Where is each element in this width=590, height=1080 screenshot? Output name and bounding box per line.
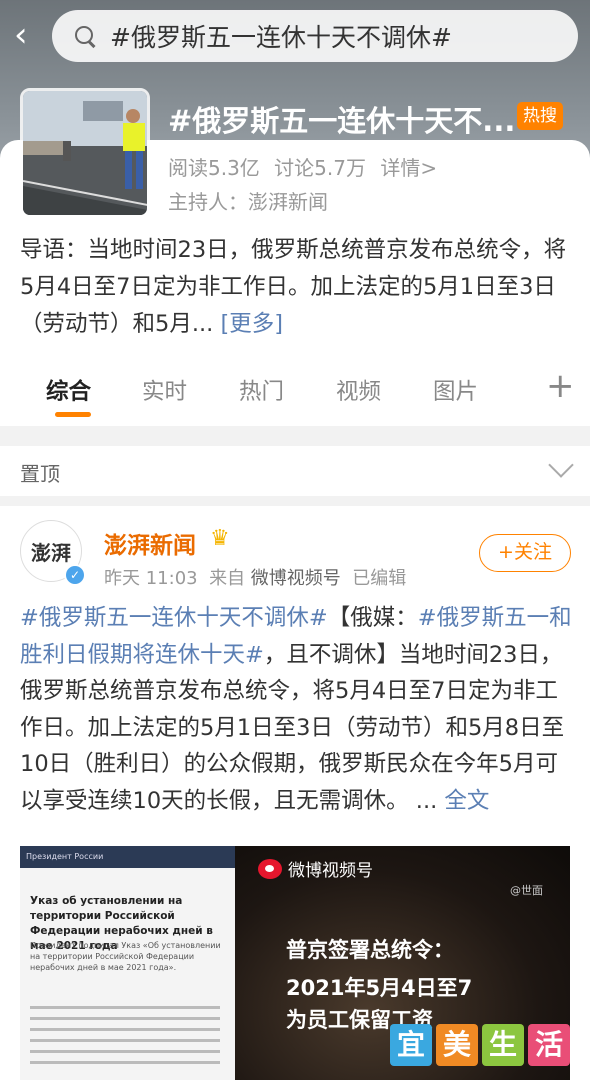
lead-text: 导语：当地时间23日，俄罗斯总统普京发布总统令，将5月4日至7日定为非工作日。加… <box>20 237 567 337</box>
weibo-label-text: 微博视频号 <box>288 861 373 881</box>
reads-count: 阅读5.3亿 <box>168 156 260 180</box>
topic-thumbnail[interactable] <box>20 88 150 218</box>
weibo-video-label: 微博视频号 <box>258 856 373 881</box>
active-tab-indicator <box>55 412 91 417</box>
weibo-sub-label: @世面 <box>510 884 543 897</box>
add-tab-icon[interactable]: + <box>546 366 575 406</box>
post-author[interactable]: 澎湃新闻 <box>104 526 196 560</box>
watermark-char: 生 <box>482 1024 524 1066</box>
follow-button[interactable]: +关注 <box>479 534 571 572</box>
post-source-prefix: 来自 <box>209 568 246 589</box>
details-link[interactable]: 详情> <box>380 156 437 180</box>
tab-hot[interactable]: 热门 <box>239 374 284 406</box>
post-edited: 已编辑 <box>352 568 407 589</box>
search-icon <box>74 25 96 47</box>
doc-header: Президент России <box>20 846 235 868</box>
pinned-label: 置顶 <box>20 462 60 486</box>
post-time: 昨天 11:03 <box>104 568 198 589</box>
more-link[interactable]: [更多] <box>220 311 283 337</box>
verified-icon: ✓ <box>64 564 86 586</box>
pinned-section[interactable]: 置顶 <box>0 446 590 496</box>
watermark-char: 活 <box>528 1024 570 1066</box>
topic-stats: 阅读5.3亿 讨论5.7万 详情> <box>168 152 445 181</box>
tab-video[interactable]: 视频 <box>336 374 381 406</box>
weibo-post: 澎湃 ✓ 澎湃新闻 ♛ 昨天 11:03 来自 微博视频号 已编辑 +关注 #俄… <box>0 506 590 1080</box>
document-image: Президент России Указ об установлении на… <box>20 846 235 1080</box>
watermark: 宜 美 生 活 <box>390 1024 570 1066</box>
chevron-down-icon[interactable] <box>548 452 574 478</box>
weibo-logo-icon <box>258 858 282 879</box>
tab-bar: 综合 实时 热门 视频 图片 + <box>0 366 590 426</box>
video-caption: 2021年5月4日至7 <box>286 976 473 1000</box>
topic-host[interactable]: 主持人：澎湃新闻 <box>168 186 328 215</box>
watermark-char: 宜 <box>390 1024 432 1066</box>
crown-icon: ♛ <box>210 526 230 551</box>
video-caption: 普京签署总统令： <box>286 938 454 962</box>
watermark-char: 美 <box>436 1024 478 1066</box>
post-meta: 昨天 11:03 来自 微博视频号 已编辑 <box>104 564 406 590</box>
post-source[interactable]: 微博视频号 <box>251 568 341 589</box>
ellipsis: ... <box>408 787 445 814</box>
hot-badge: 热搜 <box>517 102 563 130</box>
topic-lead: 导语：当地时间23日，俄罗斯总统普京发布总统令，将5月4日至7日定为非工作日。加… <box>20 232 576 343</box>
post-text-part: 【俄媒： <box>327 605 418 631</box>
post-text: #俄罗斯五一连休十天不调休#【俄媒：#俄罗斯五一和胜利日假期将连休十天#，且不调… <box>20 600 576 819</box>
back-icon[interactable]: ‹ <box>14 18 42 54</box>
tab-realtime[interactable]: 实时 <box>142 374 187 406</box>
hashtag-link[interactable]: #俄罗斯五一连休十天不调休# <box>20 605 328 631</box>
tab-images[interactable]: 图片 <box>433 374 478 406</box>
topic-title: #俄罗斯五一连休十天不... <box>168 104 516 138</box>
search-bar[interactable]: #俄罗斯五一连休十天不调休# <box>52 10 578 62</box>
doc-body: Президент подписал Указ «Об установлении… <box>30 941 221 972</box>
fulltext-link[interactable]: 全文 <box>444 788 489 814</box>
discussions-count: 讨论5.7万 <box>274 156 366 180</box>
search-query[interactable]: #俄罗斯五一连休十天不调休# <box>110 18 452 54</box>
doc-lines <box>30 1006 220 1072</box>
tab-comprehensive[interactable]: 综合 <box>46 374 91 406</box>
